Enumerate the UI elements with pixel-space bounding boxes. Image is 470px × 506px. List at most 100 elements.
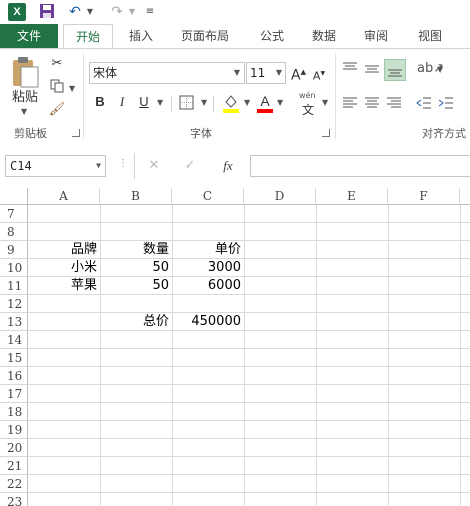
clipboard-launcher-icon[interactable] [72, 129, 80, 137]
underline-dropdown-icon[interactable]: ▼ [157, 98, 163, 107]
cell-a11[interactable]: 苹果 [28, 277, 100, 295]
save-icon[interactable] [38, 3, 56, 21]
italic-button[interactable]: I [115, 93, 129, 111]
row-header-12[interactable]: 12 [0, 295, 28, 313]
enter-icon[interactable]: ✓ [182, 157, 198, 175]
align-center-icon[interactable] [364, 95, 382, 113]
cell-b10[interactable]: 50 [100, 259, 172, 277]
column-header-d[interactable]: D [244, 188, 316, 205]
align-bottom-icon[interactable] [384, 59, 406, 81]
worksheet-grid[interactable]: A B C D E F 7 8 9 10 11 12 13 14 15 16 1… [0, 188, 470, 506]
align-middle-icon[interactable] [364, 61, 382, 79]
formula-input[interactable] [250, 155, 470, 177]
cancel-icon[interactable]: ✕ [146, 157, 162, 175]
align-top-icon[interactable] [342, 61, 360, 79]
cell-c11[interactable]: 6000 [172, 277, 244, 295]
cell-b9[interactable]: 数量 [100, 241, 172, 259]
font-color-dropdown-icon[interactable]: ▼ [277, 98, 283, 107]
format-painter-icon[interactable]: 🖌 [48, 101, 66, 119]
borders-icon[interactable] [179, 95, 195, 111]
row-header-11[interactable]: 11 [0, 277, 28, 295]
fill-color-dropdown-icon[interactable]: ▼ [244, 98, 250, 107]
insert-function-icon[interactable]: fx [218, 157, 238, 175]
increase-indent-icon[interactable] [438, 95, 456, 113]
undo-icon[interactable]: ↶ [66, 3, 84, 21]
tab-file[interactable]: 文件 [0, 24, 58, 48]
font-name-combo[interactable]: 宋体 ▼ [89, 62, 245, 84]
grow-font-button[interactable]: A▲ [291, 63, 306, 85]
paste-icon[interactable] [10, 55, 40, 89]
row-header-10[interactable]: 10 [0, 259, 28, 277]
orientation-icon[interactable]: ab↗ [417, 60, 444, 78]
gridline [28, 492, 470, 493]
row-header-17[interactable]: 17 [0, 385, 28, 403]
phonetic-dropdown-icon[interactable]: ▼ [322, 98, 328, 107]
tab-review[interactable]: 审阅 [354, 24, 398, 48]
font-size-combo[interactable]: 11 ▼ [246, 62, 286, 84]
paste-dropdown-icon[interactable]: ▼ [21, 107, 27, 116]
cell-a10[interactable]: 小米 [28, 259, 100, 277]
row-header-13[interactable]: 13 [0, 313, 28, 331]
decrease-indent-icon[interactable] [416, 95, 434, 113]
bold-button[interactable]: B [93, 93, 107, 111]
row-header-21[interactable]: 21 [0, 457, 28, 475]
row-header-16[interactable]: 16 [0, 367, 28, 385]
select-all-corner[interactable] [0, 188, 28, 205]
column-header-a[interactable]: A [28, 188, 100, 205]
tab-data[interactable]: 数据 [302, 24, 346, 48]
underline-button[interactable]: U [137, 93, 151, 111]
orientation-dropdown-icon[interactable]: ▼ [437, 65, 443, 74]
cell-b13[interactable]: 总价 [100, 313, 172, 331]
row-header-20[interactable]: 20 [0, 439, 28, 457]
cell-a9[interactable]: 品牌 [28, 241, 100, 259]
row-header-15[interactable]: 15 [0, 349, 28, 367]
cut-icon[interactable]: ✂ [48, 55, 66, 73]
font-color-icon[interactable]: A [256, 93, 274, 113]
copy-icon[interactable] [48, 79, 66, 99]
row-header-19[interactable]: 19 [0, 421, 28, 439]
gridline [28, 474, 470, 475]
row-header-14[interactable]: 14 [0, 331, 28, 349]
tab-home[interactable]: 开始 [63, 24, 113, 48]
row-header-7[interactable]: 7 [0, 205, 28, 223]
row-header-8[interactable]: 8 [0, 223, 28, 241]
column-header-b[interactable]: B [100, 188, 172, 205]
redo-dropdown-icon[interactable]: ▼ [128, 3, 136, 21]
copy-dropdown-icon[interactable]: ▼ [69, 84, 75, 93]
cell-b11[interactable]: 50 [100, 277, 172, 295]
column-header-e[interactable]: E [316, 188, 388, 205]
column-header-g[interactable] [460, 188, 470, 205]
align-left-icon[interactable] [342, 95, 360, 113]
customize-qat-icon[interactable]: ≡ [144, 3, 156, 21]
excel-app-icon: X [8, 3, 26, 21]
cell-c10[interactable]: 3000 [172, 259, 244, 277]
tab-insert[interactable]: 插入 [118, 24, 164, 48]
gridline [28, 456, 470, 457]
align-right-icon[interactable] [386, 95, 404, 113]
cell-c9[interactable]: 单价 [172, 241, 244, 259]
column-header-c[interactable]: C [172, 188, 244, 205]
phonetic-guide-icon[interactable]: wén 文 [299, 91, 319, 117]
tab-formulas[interactable]: 公式 [250, 24, 294, 48]
paste-button[interactable]: 粘贴 [8, 89, 42, 107]
name-box[interactable]: C14 ▼ [5, 155, 106, 177]
shrink-font-button[interactable]: A▼ [312, 65, 326, 86]
font-size-dropdown-icon[interactable]: ▼ [276, 63, 282, 83]
row-header-18[interactable]: 18 [0, 403, 28, 421]
row-header-23[interactable]: 23 [0, 493, 28, 506]
row-header-9[interactable]: 9 [0, 241, 28, 259]
undo-dropdown-icon[interactable]: ▼ [86, 3, 94, 21]
group-divider [83, 53, 84, 139]
name-box-dropdown-icon[interactable]: ▼ [96, 156, 101, 176]
font-name-dropdown-icon[interactable]: ▼ [234, 63, 240, 83]
row-header-22[interactable]: 22 [0, 475, 28, 493]
tab-page-layout[interactable]: 页面布局 [172, 24, 238, 48]
fill-color-icon[interactable] [222, 93, 240, 113]
tab-view[interactable]: 视图 [408, 24, 452, 48]
column-header-f[interactable]: F [388, 188, 460, 205]
cell-c13[interactable]: 450000 [172, 313, 244, 331]
font-launcher-icon[interactable] [322, 129, 330, 137]
redo-icon[interactable]: ↷ [108, 3, 126, 21]
borders-dropdown-icon[interactable]: ▼ [201, 98, 207, 107]
formula-bar-grip-icon[interactable]: ⋮ [118, 158, 128, 169]
